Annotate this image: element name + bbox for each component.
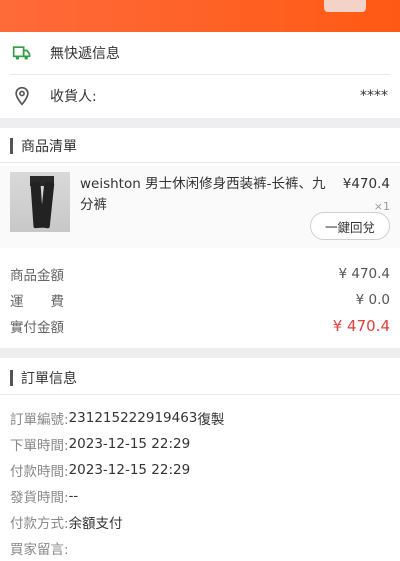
order-number: 231215222919463 [68, 410, 198, 426]
buyer-note-label: 買家留言: [10, 542, 69, 558]
subtotal-value: ¥ 470.4 [338, 266, 390, 282]
logistics-label: 無快遞信息 [50, 46, 120, 62]
buyer-note-row: 買家留言: [10, 535, 69, 561]
divider [0, 162, 400, 163]
logistics-row[interactable]: 無快遞信息 [0, 34, 400, 72]
header-banner [0, 0, 400, 32]
redeem-button[interactable]: 一鍵回兌 [309, 212, 390, 240]
ship-time: -- [68, 488, 79, 504]
receiver-label: 收貨人: [50, 89, 97, 105]
shipping-row: 運 費 ¥ 0.0 [10, 287, 390, 313]
copy-button[interactable]: 復製 [197, 408, 224, 428]
product-section-label: 商品清單 [21, 139, 77, 155]
location-pin-icon [15, 86, 29, 106]
shipping-value: ¥ 0.0 [355, 292, 390, 308]
section-gap [0, 348, 400, 358]
pay-method: 余額支付 [68, 516, 123, 532]
pay-time-row: 付款時間: 2023-12-15 22:29 [10, 457, 190, 483]
ship-time-label: 發貨時間: [10, 490, 69, 506]
section-gap [0, 118, 400, 128]
order-section-label: 訂單信息 [21, 371, 77, 387]
product-price: ¥470.4 [342, 176, 390, 192]
product-section-title: 商品清單 [10, 136, 77, 156]
subtotal-row: 商品金額 ¥ 470.4 [10, 261, 390, 287]
pay-method-row: 付款方式: 余額支付 [10, 509, 123, 535]
order-time-label: 下單時間: [10, 438, 69, 454]
subtotal-label: 商品金額 [10, 268, 64, 284]
order-time-row: 下單時間: 2023-12-15 22:29 [10, 431, 190, 457]
paid-value: ¥ 470.4 [332, 317, 390, 335]
shipping-label: 運 費 [10, 294, 64, 310]
header-button[interactable] [324, 0, 366, 12]
receiver-row: 收貨人: **** [0, 76, 400, 116]
section-bar [10, 138, 13, 154]
product-card[interactable]: weishton 男士休闲修身西装裤-长裤、九分裤 ¥470.4 ×1 一鍵回兌 [0, 166, 400, 248]
truck-icon [12, 46, 31, 60]
pay-time-label: 付款時間: [10, 464, 69, 480]
order-number-row: 訂單編號: 231215222919463 復製 [10, 405, 224, 431]
order-time: 2023-12-15 22:29 [68, 436, 191, 452]
pay-time: 2023-12-15 22:29 [68, 462, 191, 478]
divider [0, 394, 400, 395]
section-bar [10, 370, 13, 386]
divider [10, 74, 390, 75]
pay-method-label: 付款方式: [10, 516, 69, 532]
paid-row: 實付金額 ¥ 470.4 [10, 313, 390, 339]
order-number-label: 訂單編號: [10, 412, 69, 428]
ship-time-row: 發貨時間: -- [10, 483, 78, 509]
product-name[interactable]: weishton 男士休闲修身西装裤-长裤、九分裤 [80, 174, 330, 216]
product-image[interactable] [10, 172, 70, 232]
receiver-value: **** [360, 88, 388, 104]
order-section-title: 訂單信息 [10, 368, 77, 388]
paid-label: 實付金額 [10, 320, 64, 336]
